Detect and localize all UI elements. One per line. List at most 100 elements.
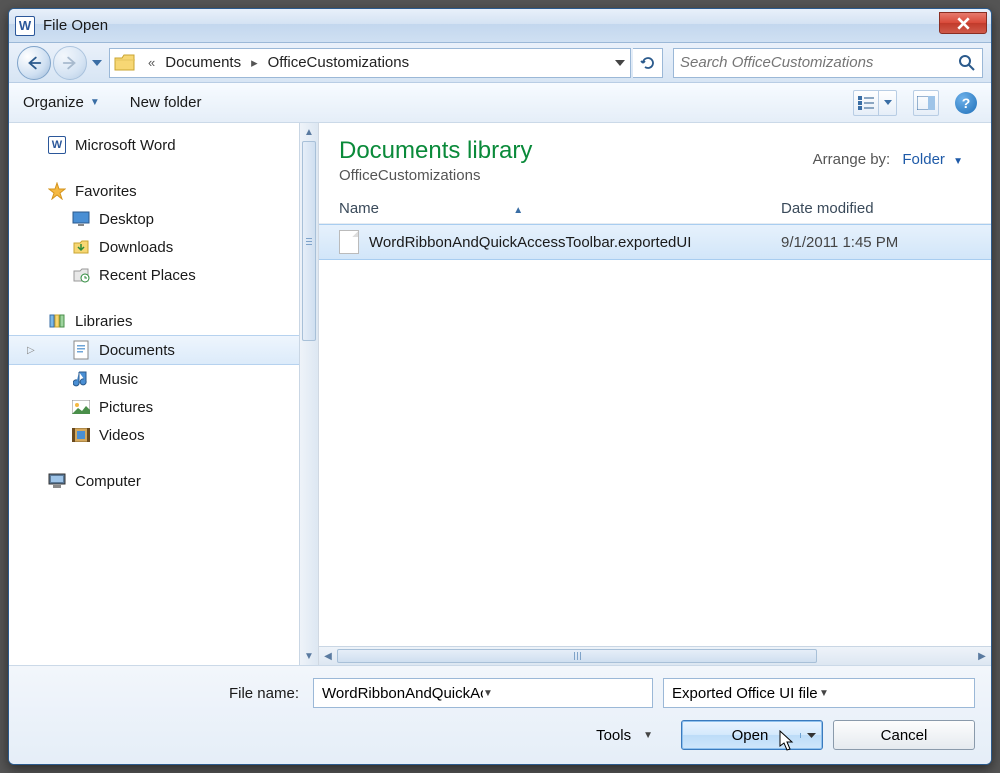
new-folder-button[interactable]: New folder [130, 94, 202, 111]
search-icon [958, 54, 976, 72]
organize-label: Organize [23, 94, 84, 111]
scrollbar-thumb[interactable] [337, 649, 817, 663]
file-row[interactable]: WordRibbonAndQuickAccessToolbar.exported… [319, 224, 991, 260]
breadcrumb-separator: ▸ [245, 55, 264, 71]
search-box[interactable] [673, 48, 983, 78]
forward-button[interactable] [53, 46, 87, 80]
history-dropdown[interactable] [89, 48, 105, 78]
chevron-down-icon: ▼ [953, 156, 963, 167]
sidebar-videos[interactable]: Videos [9, 421, 318, 449]
view-icon [858, 96, 874, 110]
sidebar-label: Favorites [75, 183, 137, 200]
arrow-right-icon [61, 54, 79, 72]
sidebar-favorites[interactable]: Favorites [9, 177, 318, 205]
refresh-button[interactable] [633, 48, 663, 78]
address-dropdown[interactable] [608, 49, 630, 77]
folder-icon [114, 53, 136, 73]
filename-combobox[interactable]: WordRibbonAndQuickAccessTool ▼ [313, 678, 653, 708]
sidebar-label: Videos [99, 427, 145, 444]
breadcrumb-documents[interactable]: Documents [161, 54, 245, 71]
sidebar-msword[interactable]: W Microsoft Word [9, 131, 318, 159]
breadcrumb: « Documents ▸ OfficeCustomizations [142, 54, 413, 71]
close-button[interactable] [939, 12, 987, 34]
breadcrumb-prefix[interactable]: « [142, 55, 161, 70]
open-dropdown[interactable] [800, 733, 822, 738]
pictures-icon [71, 397, 91, 417]
sidebar-computer[interactable]: Computer [9, 467, 318, 495]
sidebar-recent[interactable]: Recent Places [9, 261, 318, 289]
arrange-value[interactable]: Folder ▼ [902, 151, 963, 168]
tools-button[interactable]: Tools ▼ [596, 727, 653, 744]
horizontal-scrollbar[interactable]: ◀ ▶ [319, 646, 991, 665]
recent-icon [71, 265, 91, 285]
computer-icon [47, 471, 67, 491]
tools-label: Tools [596, 727, 631, 744]
window-title: File Open [43, 17, 108, 34]
sidebar-desktop[interactable]: Desktop [9, 205, 318, 233]
sidebar-libraries[interactable]: Libraries [9, 307, 318, 335]
file-date: 9/1/2011 1:45 PM [781, 234, 971, 251]
view-mode-button[interactable] [853, 90, 879, 116]
sidebar-music[interactable]: Music [9, 365, 318, 393]
scrollbar-thumb[interactable] [302, 141, 316, 341]
music-icon [71, 369, 91, 389]
view-mode-dropdown[interactable] [879, 90, 897, 116]
sidebar-label: Pictures [99, 399, 153, 416]
scroll-right-icon[interactable]: ▶ [973, 651, 991, 662]
scroll-down-icon[interactable]: ▼ [300, 647, 318, 665]
column-date[interactable]: Date modified [781, 200, 971, 217]
organize-button[interactable]: Organize ▼ [23, 94, 100, 111]
filename-value: WordRibbonAndQuickAccessTool [322, 685, 483, 702]
filter-value: Exported Office UI file (*.exporte [672, 685, 819, 702]
sidebar-documents[interactable]: ▷ Documents [9, 335, 318, 365]
sidebar-label: Music [99, 371, 138, 388]
sidebar-downloads[interactable]: Downloads [9, 233, 318, 261]
chevron-down-icon[interactable]: ▼ [483, 688, 644, 699]
sidebar-label: Microsoft Word [75, 137, 176, 154]
file-open-dialog: W File Open « Documents ▸ OfficeCusto [8, 8, 992, 765]
sidebar-label: Computer [75, 473, 141, 490]
pane-icon [917, 96, 935, 110]
content-pane: Documents library OfficeCustomizations A… [319, 123, 991, 665]
scroll-up-icon[interactable]: ▲ [300, 123, 318, 141]
footer: File name: WordRibbonAndQuickAccessTool … [9, 665, 991, 764]
arrow-left-icon [25, 54, 43, 72]
file-list: WordRibbonAndQuickAccessToolbar.exported… [319, 224, 991, 646]
chevron-down-icon [884, 100, 892, 105]
column-headers: Name ▲ Date modified [319, 192, 991, 224]
sidebar-scrollbar[interactable]: ▲ ▼ [299, 123, 318, 665]
library-subtitle: OfficeCustomizations [339, 167, 971, 184]
new-folder-label: New folder [130, 94, 202, 111]
scroll-left-icon[interactable]: ◀ [319, 651, 337, 662]
expand-icon[interactable]: ▷ [27, 345, 35, 356]
toolbar: Organize ▼ New folder [9, 83, 991, 123]
navigation-bar: « Documents ▸ OfficeCustomizations [9, 43, 991, 83]
breadcrumb-current[interactable]: OfficeCustomizations [264, 54, 413, 71]
library-header: Documents library OfficeCustomizations A… [319, 123, 991, 192]
search-input[interactable] [680, 54, 958, 71]
word-app-icon: W [15, 16, 35, 36]
sidebar-label: Libraries [75, 313, 133, 330]
cancel-button[interactable]: Cancel [833, 720, 975, 750]
close-icon [957, 17, 970, 30]
chevron-down-icon [807, 733, 816, 738]
sidebar-label: Documents [99, 342, 175, 359]
column-name[interactable]: Name ▲ [339, 200, 781, 217]
star-icon [47, 181, 67, 201]
sidebar: W Microsoft Word Favorites Desktop [9, 123, 319, 665]
help-button[interactable]: ? [955, 92, 977, 114]
open-button[interactable]: Open [681, 720, 823, 750]
address-bar[interactable]: « Documents ▸ OfficeCustomizations [109, 48, 631, 78]
sidebar-pictures[interactable]: Pictures [9, 393, 318, 421]
back-button[interactable] [17, 46, 51, 80]
file-filter-dropdown[interactable]: Exported Office UI file (*.exporte ▼ [663, 678, 975, 708]
documents-icon [71, 340, 91, 360]
sidebar-label: Desktop [99, 211, 154, 228]
sidebar-label: Downloads [99, 239, 173, 256]
scrollbar-track[interactable] [337, 647, 973, 665]
open-label: Open [708, 727, 800, 744]
chevron-down-icon [92, 60, 102, 66]
sort-ascending-icon: ▲ [513, 205, 523, 216]
arrange-label: Arrange by: [813, 151, 891, 168]
preview-pane-button[interactable] [913, 90, 939, 116]
